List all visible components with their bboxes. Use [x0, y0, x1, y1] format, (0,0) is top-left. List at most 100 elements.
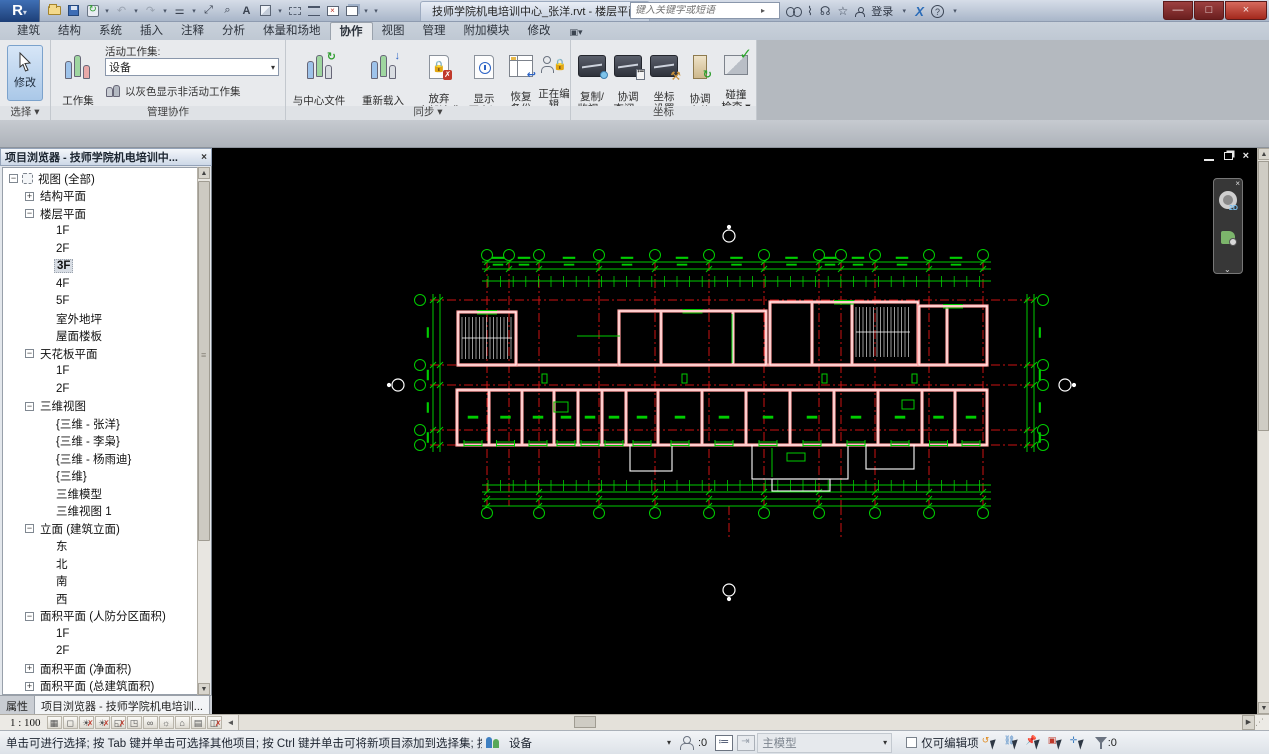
worksets-status-icon[interactable]: [484, 735, 502, 751]
select-pinned-toggle-icon[interactable]: 📌: [1024, 734, 1044, 751]
tree-item-18[interactable]: 三维模型: [3, 485, 197, 503]
collapse-icon[interactable]: −: [25, 611, 34, 621]
ribbon-tab-3[interactable]: 插入: [131, 22, 172, 40]
modify-button[interactable]: 修改: [7, 45, 43, 101]
tree-item-21[interactable]: 东: [3, 538, 197, 556]
copy-monitor-button[interactable]: 复制/ 监视 ▾: [574, 43, 610, 115]
active-workset-select[interactable]: 设备 ▾: [105, 58, 279, 76]
tree-item-13[interactable]: − 三维视图: [3, 398, 197, 416]
reveal-hidden-elements-icon[interactable]: ☼: [158, 716, 174, 729]
tree-item-23[interactable]: 南: [3, 573, 197, 591]
close-hidden-windows-icon[interactable]: ×: [324, 2, 341, 19]
exchange-apps-icon[interactable]: X: [915, 4, 924, 19]
3d-view-dropdown-icon[interactable]: ▾: [276, 7, 284, 15]
horizontal-scrollbar-thumb[interactable]: [574, 716, 597, 728]
worksets-button[interactable]: 工作集: [57, 43, 99, 107]
search-input[interactable]: [631, 5, 761, 16]
collapse-icon[interactable]: −: [25, 349, 34, 359]
tree-item-22[interactable]: 北: [3, 555, 197, 573]
tree-item-3[interactable]: 1F: [3, 223, 197, 241]
resize-grip[interactable]: ⋰: [1255, 715, 1269, 730]
measure-dropdown-icon[interactable]: ▾: [190, 7, 198, 15]
subscription-icon[interactable]: ⌇: [807, 4, 813, 18]
shadows-icon[interactable]: ☀: [94, 716, 110, 730]
signin-dropdown-icon[interactable]: ▾: [900, 7, 908, 15]
show-crop-region-icon[interactable]: ◳: [126, 716, 142, 729]
drag-elements-toggle-icon[interactable]: ✛: [1068, 734, 1088, 751]
redo-dropdown-icon[interactable]: ▾: [161, 7, 169, 15]
tree-item-26[interactable]: 1F: [3, 625, 197, 643]
tree-item-16[interactable]: {三维 - 杨雨迪}: [3, 450, 197, 468]
tree-item-8[interactable]: 室外地坪: [3, 310, 197, 328]
tree-item-27[interactable]: 2F: [3, 643, 197, 661]
tree-item-7[interactable]: 5F: [3, 293, 197, 311]
hide-analytical-model-icon[interactable]: ◫: [206, 716, 222, 730]
text-icon[interactable]: A: [238, 2, 255, 19]
signin-button[interactable]: 登录: [871, 3, 893, 19]
filter-icon[interactable]: [1094, 736, 1108, 749]
select-by-face-toggle-icon[interactable]: ▣: [1046, 734, 1066, 751]
tree-scrollbar-thumb[interactable]: [198, 181, 210, 541]
restore-backup-button[interactable]: ↩ 恢复 备份: [506, 43, 536, 115]
interference-check-button[interactable]: ✓ 碰撞 检查 ▾: [719, 43, 753, 113]
tree-item-12[interactable]: 2F: [3, 380, 197, 398]
ribbon-tab-5[interactable]: 分析: [213, 22, 254, 40]
customize-qat-icon[interactable]: ▾: [372, 7, 380, 15]
select-panel-label[interactable]: 选择 ▾: [0, 106, 50, 120]
tab-project-browser[interactable]: 项目浏览器 - 技师学院机电培训...: [35, 696, 210, 714]
redo-icon[interactable]: ↷: [142, 2, 159, 19]
close-button[interactable]: ×: [1225, 1, 1267, 20]
infocenter-search[interactable]: ▸: [630, 2, 780, 19]
scroll-up-icon[interactable]: ▲: [1258, 148, 1269, 160]
ribbon-tab-1[interactable]: 结构: [49, 22, 90, 40]
visual-style-icon[interactable]: ◻: [62, 716, 78, 729]
favorites-star-icon[interactable]: ☆: [838, 4, 849, 18]
zoom-tool-icon[interactable]: [1221, 231, 1237, 246]
tree-item-1[interactable]: + 结构平面: [3, 188, 197, 206]
active-workset-status-select[interactable]: 设备 ▾: [504, 733, 676, 753]
sync-panel-label[interactable]: 同步 ▾: [286, 106, 570, 120]
tree-item-15[interactable]: {三维 - 李枭}: [3, 433, 197, 451]
search-binoculars-icon[interactable]: [786, 6, 802, 17]
collapse-icon[interactable]: −: [25, 401, 34, 411]
tree-item-29[interactable]: + 面积平面 (总建筑面积): [3, 678, 197, 695]
vertical-scrollbar-thumb[interactable]: [1258, 161, 1269, 431]
application-menu-button[interactable]: R▾: [0, 0, 40, 22]
editing-requests-status-icon[interactable]: [678, 735, 696, 751]
switch-windows-icon[interactable]: [343, 2, 360, 19]
signin-person-icon[interactable]: [855, 6, 866, 17]
ribbon-tab-9[interactable]: 管理: [414, 22, 455, 40]
ribbon-tab-7[interactable]: 协作: [329, 22, 373, 40]
scroll-right-icon[interactable]: ▶: [1242, 715, 1255, 730]
worksharing-display-icon[interactable]: ⌂: [174, 716, 190, 729]
steering-wheel-icon[interactable]: [1219, 191, 1238, 212]
view-close-icon[interactable]: ×: [1243, 150, 1249, 162]
ribbon-tab-11[interactable]: 修改: [519, 22, 560, 40]
scroll-down-icon[interactable]: ▼: [198, 683, 210, 695]
tree-scrollbar[interactable]: ▲ ▼: [197, 167, 210, 695]
ribbon-tab-6[interactable]: 体量和场地: [254, 22, 330, 40]
temporary-view-properties-icon[interactable]: ▤: [190, 716, 206, 729]
coordination-settings-button[interactable]: ⚒ 坐标 设置: [647, 43, 681, 115]
horizontal-scrollbar[interactable]: [238, 715, 1242, 730]
undo-dropdown-icon[interactable]: ▾: [132, 7, 140, 15]
sun-path-icon[interactable]: ☀: [78, 716, 94, 730]
tree-item-4[interactable]: 2F: [3, 240, 197, 258]
tree-item-20[interactable]: − 立面 (建筑立面): [3, 520, 197, 538]
navbar-more-icon[interactable]: ⌄: [1224, 265, 1231, 274]
tree-item-9[interactable]: 屋面楼板: [3, 328, 197, 346]
close-icon[interactable]: ×: [201, 152, 207, 163]
sync-dropdown-icon[interactable]: ▾: [103, 7, 111, 15]
tree-item-11[interactable]: 1F: [3, 363, 197, 381]
tree-item-2[interactable]: − 楼层平面: [3, 205, 197, 223]
tree-item-5[interactable]: 3F: [3, 258, 197, 276]
tag-icon[interactable]: ⌕: [219, 2, 236, 19]
ribbon-display-toggle-icon[interactable]: ▣▾: [566, 25, 587, 40]
ribbon-tab-10[interactable]: 附加模块: [455, 22, 519, 40]
tree-item-25[interactable]: − 面积平面 (人防分区面积): [3, 608, 197, 626]
open-icon[interactable]: [46, 2, 63, 19]
undo-icon[interactable]: ↶: [113, 2, 130, 19]
vertical-scrollbar[interactable]: ▲ ▼: [1257, 148, 1269, 714]
collapse-icon[interactable]: −: [25, 524, 34, 534]
view-scale-button[interactable]: 1 : 100: [0, 717, 47, 729]
